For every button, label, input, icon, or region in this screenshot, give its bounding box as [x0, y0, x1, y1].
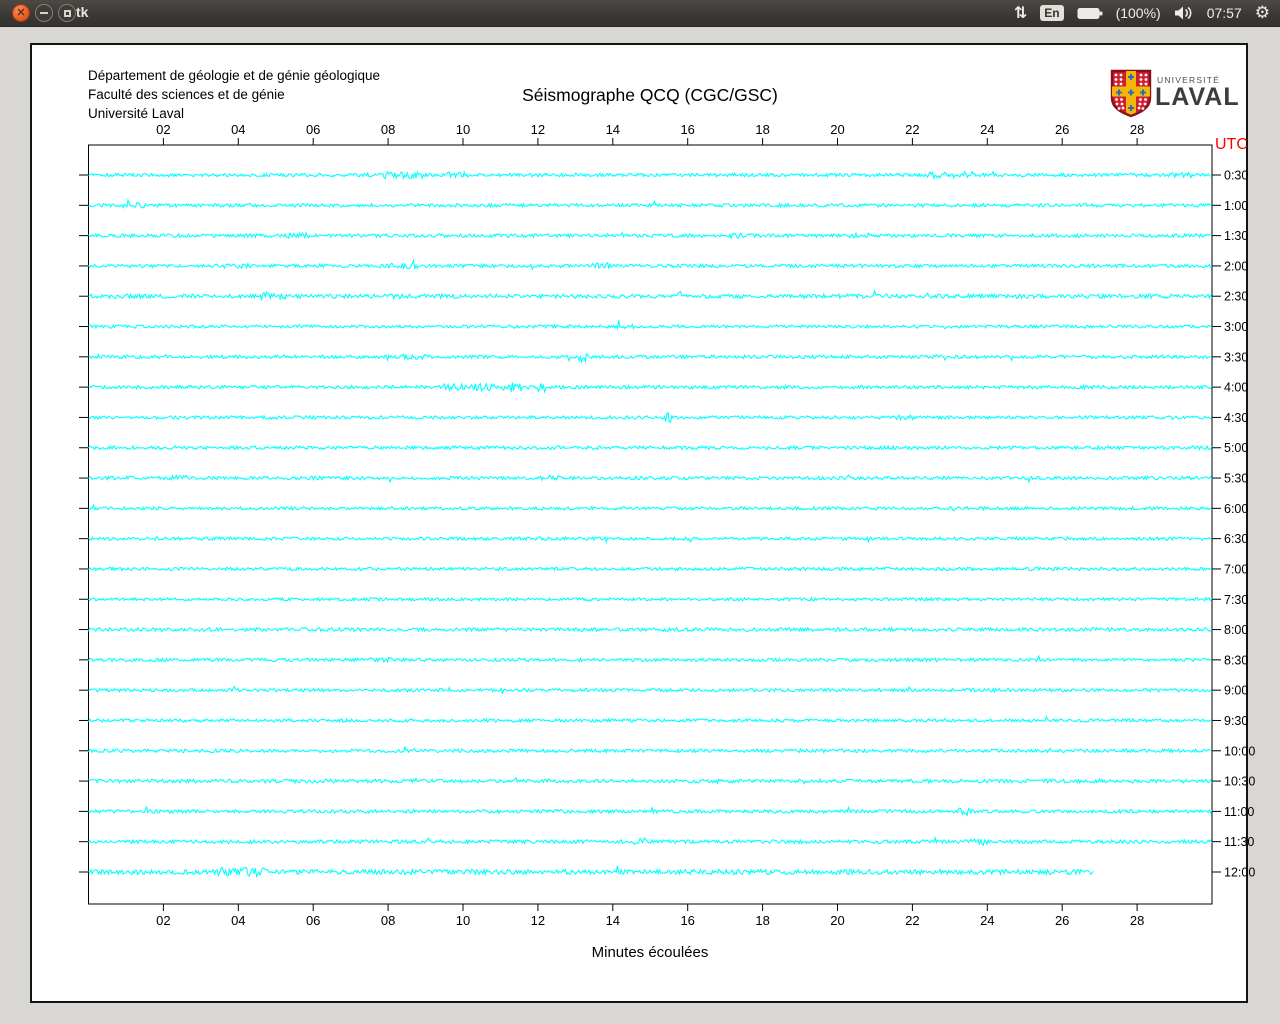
utc-time-label: 3:30: [1224, 350, 1248, 364]
seismo-trace-9:30: [87, 715, 1213, 724]
seismo-trace-7:00: [88, 565, 1212, 572]
utc-time-label: 10:30: [1224, 775, 1255, 789]
utc-time-label: 4:00: [1224, 381, 1248, 395]
utc-time-label: 7:00: [1224, 562, 1248, 576]
x-tick-label-top: 20: [830, 122, 844, 137]
seismo-trace-9:00: [88, 685, 1213, 695]
x-tick-label-top: 16: [680, 122, 694, 137]
x-tick-label-top: 04: [231, 122, 245, 137]
plot-border: [88, 144, 1213, 905]
seismo-trace-6:30: [88, 535, 1213, 544]
maximize-button[interactable]: [58, 4, 76, 22]
seismo-trace-4:00: [88, 381, 1213, 394]
utc-time-label: 10:00: [1224, 744, 1255, 758]
utc-time-label: 8:00: [1224, 623, 1248, 637]
utc-time-label: 7:30: [1224, 593, 1248, 607]
x-tick-label-top: 12: [531, 122, 545, 137]
x-tick-label-bottom: 22: [905, 913, 919, 928]
window-title: tk: [76, 4, 89, 20]
keyboard-layout-indicator[interactable]: En: [1040, 5, 1064, 21]
utc-time-label: 11:00: [1224, 805, 1254, 819]
seismo-trace-3:00: [88, 320, 1213, 331]
seismo-trace-2:30: [88, 289, 1213, 301]
utc-time-label: 1:30: [1224, 229, 1248, 243]
utc-time-label: 12:00: [1224, 865, 1255, 879]
x-tick-label-bottom: 12: [531, 913, 545, 928]
x-tick-label-bottom: 14: [606, 913, 620, 928]
seismo-trace-6:00: [88, 503, 1213, 512]
x-tick-label-top: 06: [306, 122, 320, 137]
x-tick-label-bottom: 08: [381, 913, 395, 928]
seismo-trace-2:00: [88, 258, 1213, 271]
seismo-trace-10:30: [88, 776, 1213, 785]
x-tick-label-top: 22: [905, 122, 919, 137]
x-tick-label-bottom: 24: [980, 913, 994, 928]
x-tick-label-bottom: 02: [156, 913, 170, 928]
x-tick-label-top: 14: [606, 122, 620, 137]
clock-label[interactable]: 07:57: [1207, 5, 1242, 21]
maximize-icon: [63, 9, 71, 17]
x-tick-label-top: 28: [1130, 122, 1144, 137]
x-tick-label-top: 10: [456, 122, 470, 137]
utc-time-label: 6:00: [1224, 502, 1248, 516]
x-tick-label-top: 26: [1055, 122, 1069, 137]
seismo-trace-8:00: [87, 626, 1213, 633]
seismo-trace-11:30: [88, 835, 1213, 847]
seismogram-plot: 02 02 04 04 06 06 08 08 10 10 12 12 14 14 16 16 18 18 20 20…: [79, 122, 1255, 928]
battery-icon[interactable]: [1077, 7, 1103, 20]
utc-axis-label: UTC: [1215, 136, 1248, 153]
x-tick-label-bottom: 06: [306, 913, 320, 928]
session-gear-icon[interactable]: ⚙: [1255, 4, 1270, 22]
x-tick-label-bottom: 20: [830, 913, 844, 928]
utc-time-label: 2:30: [1224, 290, 1248, 304]
x-tick-label-bottom: 16: [680, 913, 694, 928]
volume-icon[interactable]: [1174, 6, 1194, 20]
close-icon: ✕: [16, 6, 26, 19]
desktop: ✕ tk ⇅ En (100%) 07:57 ⚙ Département de …: [0, 0, 1280, 1024]
minimize-icon: [40, 12, 48, 14]
x-axis-label: Minutes écoulées: [591, 944, 709, 961]
seismo-trace-11:00: [88, 805, 1213, 817]
x-tick-label-top: 08: [381, 122, 395, 137]
utc-time-label: 3:00: [1224, 320, 1248, 334]
battery-percent-label: (100%): [1115, 5, 1161, 21]
seismo-trace-0:30: [88, 170, 1212, 181]
utc-time-label: 4:30: [1224, 411, 1248, 425]
x-tick-label-bottom: 28: [1130, 913, 1144, 928]
x-tick-label-bottom: 04: [231, 913, 245, 928]
seismo-trace-4:30: [88, 411, 1213, 424]
seismo-trace-3:30: [88, 352, 1213, 364]
x-tick-label-top: 18: [755, 122, 769, 137]
window-controls: ✕: [12, 0, 76, 26]
utc-time-label: 0:30: [1224, 169, 1248, 183]
utc-time-label: 6:30: [1224, 532, 1248, 546]
utc-time-label: 11:30: [1224, 835, 1254, 849]
seismo-trace-5:30: [88, 473, 1213, 484]
utc-time-label: 1:00: [1224, 199, 1248, 213]
system-tray: ⇅ En (100%) 07:57 ⚙: [1014, 0, 1270, 26]
utc-time-label: 2:00: [1224, 259, 1248, 273]
utc-time-label: 9:00: [1224, 684, 1248, 698]
x-tick-label-bottom: 26: [1055, 913, 1069, 928]
seismo-trace-1:30: [88, 231, 1213, 241]
close-button[interactable]: ✕: [12, 4, 30, 22]
seismo-trace-5:00: [88, 444, 1213, 451]
x-tick-label-bottom: 10: [456, 913, 470, 928]
utc-time-label: 9:30: [1224, 714, 1248, 728]
x-tick-label-top: 24: [980, 122, 994, 137]
seismo-trace-1:00: [88, 197, 1213, 209]
seismo-trace-12:00: [88, 865, 1094, 878]
minimize-button[interactable]: [35, 4, 53, 22]
window-titlebar[interactable]: ✕ tk ⇅ En (100%) 07:57 ⚙: [0, 0, 1280, 27]
network-arrows-icon[interactable]: ⇅: [1014, 5, 1027, 21]
x-tick-label-top: 02: [156, 122, 170, 137]
x-tick-label-bottom: 18: [755, 913, 769, 928]
utc-time-label: 8:30: [1224, 653, 1248, 667]
seismo-trace-7:30: [88, 596, 1213, 603]
utc-time-label: 5:00: [1224, 441, 1248, 455]
seismo-trace-8:30: [88, 654, 1213, 664]
seismograph-window: Département de géologie et de génie géol…: [30, 43, 1255, 1003]
utc-time-label: 5:30: [1224, 472, 1248, 486]
seismo-trace-10:00: [88, 745, 1212, 754]
